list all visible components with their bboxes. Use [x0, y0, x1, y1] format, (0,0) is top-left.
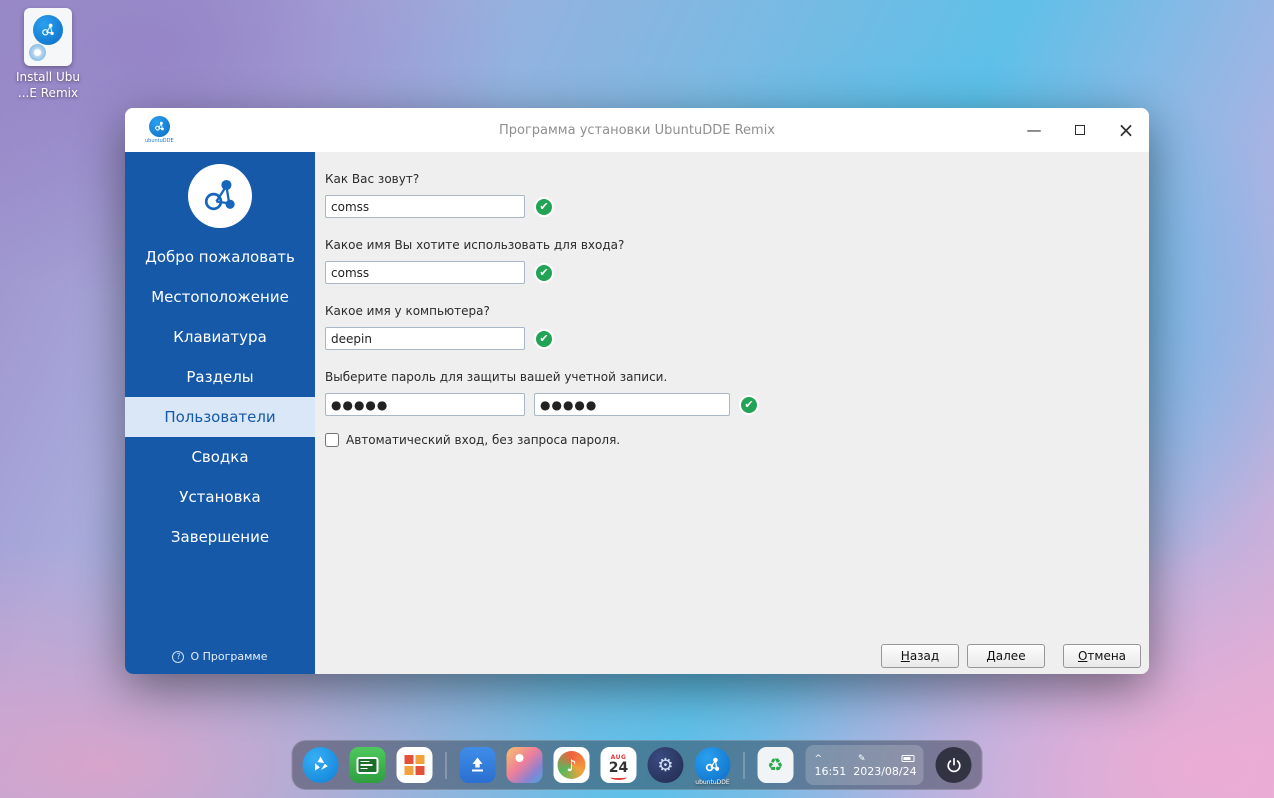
power-button[interactable] — [935, 747, 972, 783]
users-form: Как Вас зовут? ✔ Какое имя Вы хотите исп… — [315, 152, 1149, 674]
pen-icon[interactable]: ✎ — [858, 754, 866, 764]
chevron-up-icon[interactable]: ^ — [815, 754, 823, 764]
music-icon[interactable]: ♪ — [553, 747, 590, 783]
gear-icon: ⚙ — [657, 754, 674, 776]
sidebar-item-summary[interactable]: Сводка — [125, 437, 315, 477]
sidebar-item-location[interactable]: Местоположение — [125, 277, 315, 317]
sidebar-item-keyboard[interactable]: Клавиатура — [125, 317, 315, 357]
login-label: Какое имя Вы хотите использовать для вхо… — [325, 238, 625, 252]
desktop-install-shortcut[interactable]: Install Ubu ...E Remix — [10, 8, 86, 101]
minimize-button[interactable]: — — [1011, 108, 1057, 152]
installer-window: ubuntuDDE Программа установки UbuntuDDE … — [125, 108, 1149, 674]
terminal-icon[interactable] — [349, 747, 386, 783]
about-button[interactable]: ? О Программе — [125, 650, 315, 663]
ubuntudde-logo-icon — [148, 116, 170, 137]
sidebar-item-users[interactable]: Пользователи — [125, 397, 315, 437]
trash-icon[interactable]: ♻ — [757, 747, 794, 783]
password-input[interactable] — [325, 393, 525, 416]
calendar-icon[interactable]: AUG 24 — [600, 747, 637, 783]
calendar-day: 24 — [608, 759, 629, 776]
about-label: О Программе — [190, 650, 268, 663]
dock: ♪ AUG 24 ⚙ ubuntuDDE ♻ ^ ✎ 16:51 2023/08… — [291, 740, 983, 790]
desktop: Install Ubu ...E Remix ubuntuDDE Програм… — [0, 0, 1274, 798]
app-store-icon[interactable] — [396, 747, 433, 783]
control-center-icon[interactable]: ⚙ — [647, 747, 684, 783]
installer-cd-icon — [24, 8, 72, 66]
clock-date: 2023/08/24 — [853, 765, 917, 778]
battery-icon — [901, 755, 915, 762]
app-logo-label: ubuntuDDE — [145, 138, 174, 144]
installer-sidebar: Добро пожаловать Местоположение Клавиату… — [125, 152, 315, 674]
clock-time: 16:51 — [814, 765, 847, 778]
hostname-valid-check-icon: ✔ — [534, 328, 554, 349]
hostname-label: Какое имя у компьютера? — [325, 304, 490, 318]
dock-separator — [743, 751, 745, 779]
software-installer-icon[interactable] — [459, 747, 496, 783]
shortcut-label-line2: ...E Remix — [17, 85, 79, 100]
autologin-label: Автоматический вход, без запроса пароля. — [346, 433, 621, 447]
launcher-icon[interactable] — [302, 747, 339, 783]
sidebar-item-partitions[interactable]: Разделы — [125, 357, 315, 397]
image-viewer-icon[interactable] — [506, 747, 543, 783]
close-button[interactable]: × — [1103, 108, 1149, 152]
password-label: Выберите пароль для защиты вашей учетной… — [325, 370, 668, 384]
about-icon: ? — [172, 650, 185, 663]
shortcut-label-line1: Install Ubu — [16, 70, 80, 84]
dock-separator — [445, 751, 447, 779]
titlebar[interactable]: ubuntuDDE Программа установки UbuntuDDE … — [125, 108, 1149, 152]
power-icon — [946, 757, 961, 772]
ubuntudde-dock-icon[interactable]: ubuntuDDE — [694, 747, 731, 786]
maximize-icon — [1075, 125, 1085, 135]
ubuntudde-dock-label: ubuntuDDE — [695, 779, 730, 786]
name-label: Как Вас зовут? — [325, 172, 420, 186]
back-button[interactable]: Назад — [881, 644, 959, 668]
music-note-icon: ♪ — [566, 755, 577, 775]
password-valid-check-icon: ✔ — [739, 394, 759, 415]
maximize-button[interactable] — [1057, 108, 1103, 152]
autologin-checkbox[interactable] — [325, 433, 339, 447]
installer-logo-icon — [188, 164, 252, 228]
login-valid-check-icon: ✔ — [534, 262, 554, 283]
window-title: Программа установки UbuntuDDE Remix — [498, 122, 776, 138]
sidebar-item-finish[interactable]: Завершение — [125, 517, 315, 557]
name-input[interactable] — [325, 195, 525, 218]
system-tray[interactable]: ^ ✎ 16:51 2023/08/24 — [805, 745, 924, 785]
login-input[interactable] — [325, 261, 525, 284]
name-valid-check-icon: ✔ — [534, 196, 554, 217]
hostname-input[interactable] — [325, 327, 525, 350]
sidebar-item-welcome[interactable]: Добро пожаловать — [125, 237, 315, 277]
cancel-button[interactable]: Отмена — [1063, 644, 1141, 668]
app-logo: ubuntuDDE — [145, 116, 174, 144]
password-confirm-input[interactable] — [534, 393, 730, 416]
recycle-icon: ♻ — [767, 754, 784, 776]
sidebar-item-install[interactable]: Установка — [125, 477, 315, 517]
next-button[interactable]: Далее — [967, 644, 1045, 668]
